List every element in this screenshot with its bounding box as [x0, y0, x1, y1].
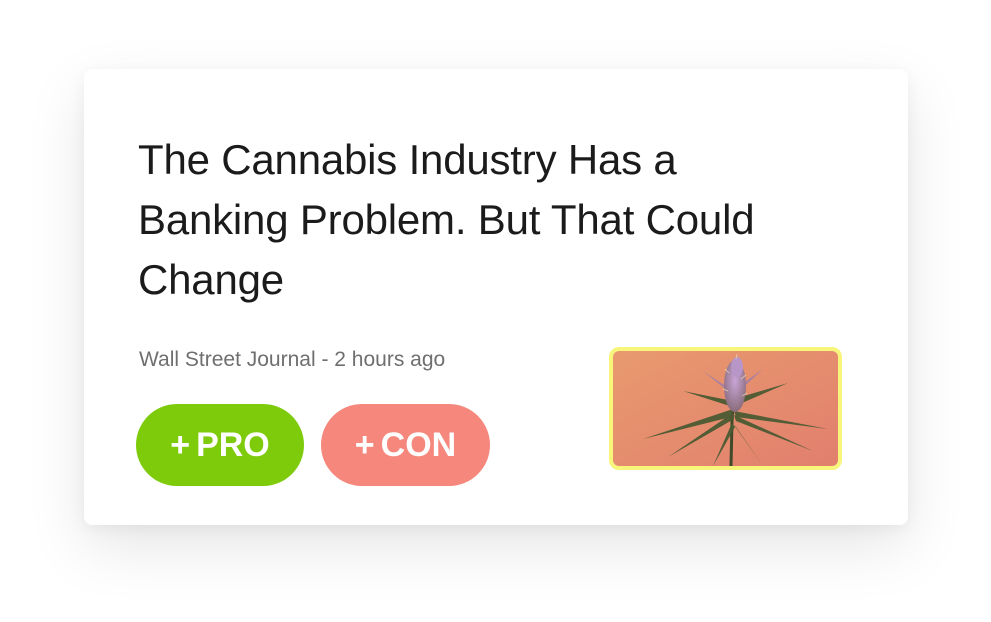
plus-icon: +	[354, 426, 375, 464]
cannabis-plant-photo-icon	[613, 351, 838, 466]
meta-separator: -	[315, 348, 335, 371]
article-time: 2 hours ago	[334, 348, 446, 371]
add-con-button[interactable]: + CON	[321, 404, 490, 486]
article-meta: Wall Street Journal - 2 hours ago	[139, 348, 445, 372]
add-pro-button[interactable]: + PRO	[136, 404, 304, 486]
con-label: CON	[380, 425, 457, 464]
article-source: Wall Street Journal	[139, 348, 316, 371]
plus-icon: +	[170, 426, 191, 464]
pro-label: PRO	[196, 425, 270, 464]
article-thumbnail[interactable]	[609, 347, 842, 470]
article-card[interactable]: The Cannabis Industry Has a Banking Prob…	[84, 69, 908, 525]
article-headline[interactable]: The Cannabis Industry Has a Banking Prob…	[138, 130, 758, 310]
